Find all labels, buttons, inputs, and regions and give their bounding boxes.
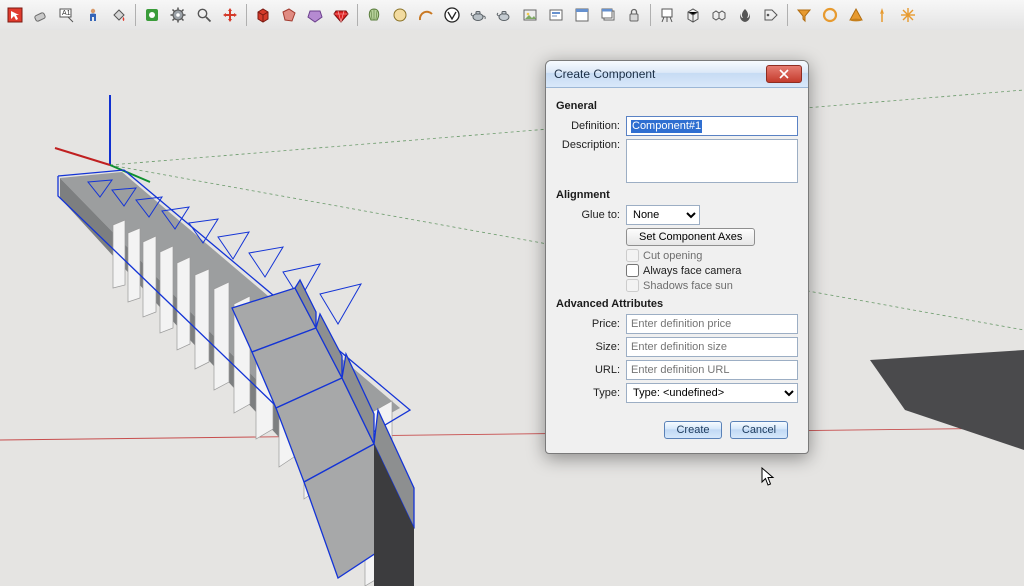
create-component-dialog: Create Component General Definition: Com… (545, 60, 809, 454)
cone-orange-icon[interactable] (844, 3, 868, 27)
window-icon[interactable] (570, 3, 594, 27)
url-input[interactable] (626, 360, 798, 380)
dialog-titlebar[interactable]: Create Component (546, 61, 808, 88)
boxes-icon[interactable] (707, 3, 731, 27)
poly-red-icon[interactable] (277, 3, 301, 27)
arc-icon[interactable] (414, 3, 438, 27)
text-label-icon[interactable]: A1 (55, 3, 79, 27)
plugin-green-icon[interactable] (140, 3, 164, 27)
definition-label: Definition: (556, 120, 626, 132)
section-alignment-heading: Alignment (556, 189, 798, 201)
teapot-icon[interactable] (466, 3, 490, 27)
picture-icon[interactable] (518, 3, 542, 27)
move-arrows-icon[interactable] (218, 3, 242, 27)
sparkle-orange-icon[interactable] (896, 3, 920, 27)
set-component-axes-button[interactable]: Set Component Axes (626, 228, 755, 246)
lock-icon[interactable] (622, 3, 646, 27)
shadows-face-sun-checkbox (626, 279, 639, 292)
price-label: Price: (556, 318, 626, 330)
cut-opening-label: Cut opening (643, 250, 702, 262)
description-input[interactable] (626, 139, 798, 183)
model-viewport[interactable] (0, 30, 1024, 586)
section-advanced-heading: Advanced Attributes (556, 298, 798, 310)
always-face-camera-label: Always face camera (643, 265, 741, 277)
eraser-icon[interactable] (29, 3, 53, 27)
cut-opening-checkbox-row[interactable]: Cut opening (626, 249, 798, 262)
vray-logo-icon[interactable] (440, 3, 464, 27)
cut-opening-checkbox (626, 249, 639, 262)
ring-orange-icon[interactable] (818, 3, 842, 27)
window-stack-icon[interactable] (596, 3, 620, 27)
type-label: Type: (556, 387, 626, 399)
person-icon[interactable] (81, 3, 105, 27)
circle-icon[interactable] (388, 3, 412, 27)
cube-red-icon[interactable] (251, 3, 275, 27)
always-face-camera-checkbox[interactable] (626, 264, 639, 277)
flame-icon[interactable] (733, 3, 757, 27)
type-select[interactable]: Type: <undefined> (626, 383, 798, 403)
close-icon[interactable] (766, 65, 802, 83)
tag-icon[interactable] (759, 3, 783, 27)
size-input[interactable] (626, 337, 798, 357)
magnifier-icon[interactable] (192, 3, 216, 27)
filter-orange-icon[interactable] (792, 3, 816, 27)
shadows-face-sun-label: Shadows face sun (643, 280, 733, 292)
gear-icon[interactable] (166, 3, 190, 27)
size-label: Size: (556, 341, 626, 353)
shadows-face-sun-checkbox-row[interactable]: Shadows face sun (626, 279, 798, 292)
poly-purple-icon[interactable] (303, 3, 327, 27)
easel-icon[interactable] (655, 3, 679, 27)
cancel-button[interactable]: Cancel (730, 421, 788, 439)
create-button[interactable]: Create (664, 421, 722, 439)
slide-icon[interactable] (544, 3, 568, 27)
svg-text:A1: A1 (62, 10, 71, 17)
compass-orange-icon[interactable] (870, 3, 894, 27)
description-label: Description: (556, 139, 626, 151)
main-toolbar: A1 (0, 0, 1024, 31)
definition-input[interactable]: Component#1 (626, 116, 798, 136)
ruby-icon[interactable] (329, 3, 353, 27)
shell-green-icon[interactable] (362, 3, 386, 27)
dialog-title-text: Create Component (554, 67, 655, 81)
glue-to-select[interactable]: None (626, 205, 700, 225)
url-label: URL: (556, 364, 626, 376)
paint-bucket-icon[interactable] (107, 3, 131, 27)
price-input[interactable] (626, 314, 798, 334)
box-icon[interactable] (681, 3, 705, 27)
select-tool-icon[interactable] (3, 3, 27, 27)
glue-to-label: Glue to: (556, 209, 626, 221)
teapot2-icon[interactable] (492, 3, 516, 27)
always-face-camera-checkbox-row[interactable]: Always face camera (626, 264, 798, 277)
section-general-heading: General (556, 100, 798, 112)
